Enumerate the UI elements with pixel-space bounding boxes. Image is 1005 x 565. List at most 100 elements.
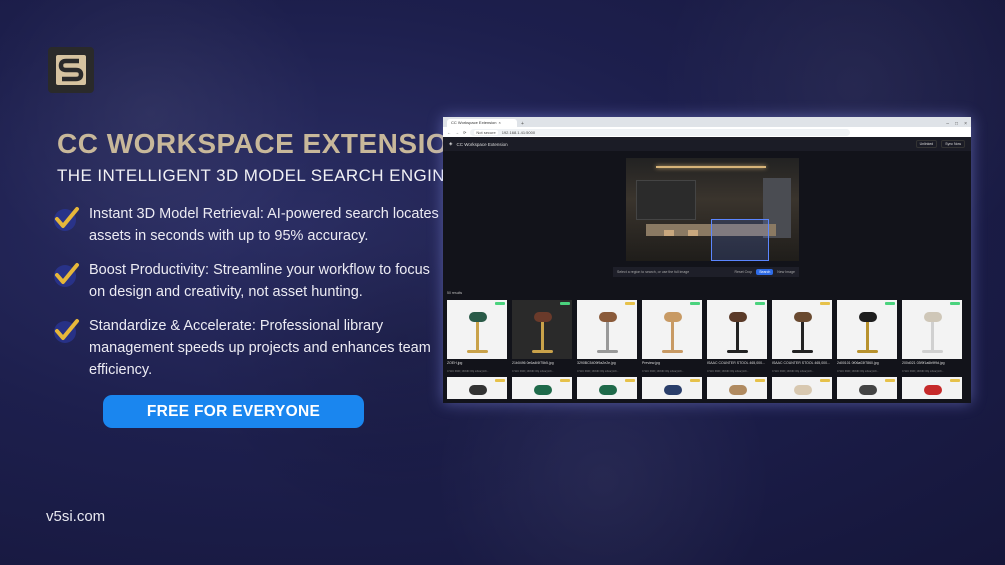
match-badge [560,379,570,382]
security-badge[interactable]: Not secure [474,129,498,135]
new-image-button[interactable]: New Image [777,270,795,274]
app-title: CC Workspace Extension [456,141,508,147]
result-thumbnail[interactable] [577,300,637,359]
result-card[interactable] [902,377,962,399]
checkmark-icon [54,319,79,343]
result-thumbnail[interactable] [772,377,832,399]
unlinked-button[interactable]: Unlinked [915,140,938,148]
match-badge [820,379,830,382]
match-badge [820,302,830,305]
result-card[interactable] [512,377,572,399]
result-card[interactable]: Preview.jpg C:\NC PAR | 3D\3D Obj Library… [642,300,702,373]
result-filename: Preview.jpg [642,361,660,365]
match-badge [560,302,570,305]
result-card[interactable] [642,377,702,399]
url-field[interactable]: Not secure 192.168.1.41:5000 [470,128,851,136]
reset-crop-button[interactable]: Reset Crop [735,270,753,274]
browser-tab-bar: CC Workspace Extension × + – □ × [443,117,971,127]
checkmark-icon [54,207,79,231]
match-badge [690,302,700,305]
result-card[interactable] [447,377,507,399]
result-path: C:\NC PAR | 3D\3D Obj Library\Ch... [837,370,879,373]
result-filename: 3290BC5409f9a2e2e.jpg [577,361,616,365]
match-badge [495,379,505,382]
result-card[interactable]: ISAAC COUNTER STOOL 465,000... C:\NC PAR … [772,300,832,373]
result-thumbnail[interactable] [707,377,767,399]
result-thumbnail[interactable] [577,377,637,399]
match-badge [755,379,765,382]
back-icon[interactable]: ← [447,130,451,135]
result-thumbnail[interactable] [512,377,572,399]
result-thumbnail[interactable] [902,300,962,359]
match-badge [495,302,505,305]
result-card[interactable] [772,377,832,399]
crop-selection[interactable] [711,219,769,261]
match-badge [755,302,765,305]
url-text: 192.168.1.41:5000 [501,129,536,135]
feature-text: Instant 3D Model Retrieval: AI-powered s… [89,206,439,244]
browser-screenshot: CC Workspace Extension × + – □ × ← → ⟳ N… [443,117,971,403]
close-icon[interactable]: × [499,120,501,126]
result-card[interactable] [577,377,637,399]
sync-now-button[interactable]: Sync Now [941,140,965,148]
feature-list: Instant 3D Model Retrieval: AI-powered s… [52,203,447,393]
feature-item: Instant 3D Model Retrieval: AI-powered s… [52,203,447,247]
close-icon[interactable]: × [964,121,967,127]
result-thumbnail[interactable] [447,300,507,359]
checkmark-icon [54,263,79,287]
result-card[interactable]: 3290BC5409f9a2e2e.jpg C:\NC PAR | 3D\3D O… [577,300,637,373]
result-thumbnail[interactable] [902,377,962,399]
browser-tab[interactable]: CC Workspace Extension × [447,119,517,127]
page-title: CC WORKSPACE EXTENSION [57,128,469,159]
result-thumbnail[interactable] [512,300,572,359]
result-filename: 21b0496 0e6a4f4f75b5.jpg [512,361,554,365]
search-toolbar: Select a region to search, or use the fu… [613,267,799,277]
app-logo-icon: ◈ [449,141,453,146]
result-thumbnail[interactable] [837,300,897,359]
result-thumbnail[interactable] [772,300,832,359]
result-card[interactable]: 200d021 03f9f1a6b9f9d.jpg C:\NC PAR | 3D\… [902,300,962,373]
minimize-icon[interactable]: – [946,121,949,127]
feature-text: Standardize & Accelerate: Professional l… [89,318,431,378]
result-card[interactable]: 2d00101 0f06a03f7860.jpg C:\NC PAR | 3D\3… [837,300,897,373]
result-thumbnail[interactable] [447,377,507,399]
result-card[interactable]: ZOEH.jpg C:\NC PAR | 3D\3D Obj Library\Ch… [447,300,507,373]
result-card[interactable] [837,377,897,399]
result-path: C:\NC PAR | 3D\3D Obj Library\Ch... [707,370,749,373]
results-grid: ZOEH.jpg C:\NC PAR | 3D\3D Obj Library\Ch… [447,300,967,399]
result-filename: ISAAC COUNTER STOOL 465,000... [772,361,830,365]
result-card[interactable] [707,377,767,399]
result-thumbnail[interactable] [837,377,897,399]
result-path: C:\NC PAR | 3D\3D Obj Library\Ch... [772,370,814,373]
result-filename: ISAAC COUNTER STOOL 465,000... [707,361,765,365]
result-thumbnail[interactable] [642,377,702,399]
window-controls: – □ × [946,121,971,127]
result-card[interactable]: ISAAC COUNTER STOOL 465,000... C:\NC PAR … [707,300,767,373]
feature-item: Boost Productivity: Streamline your work… [52,259,447,303]
forward-icon[interactable]: → [455,130,459,135]
result-card[interactable]: 21b0496 0e6a4f4f75b5.jpg C:\NC PAR | 3D\3… [512,300,572,373]
free-for-everyone-button[interactable]: FREE FOR EVERYONE [103,395,364,428]
tab-title: CC Workspace Extension [451,120,497,125]
result-thumbnail[interactable] [707,300,767,359]
feature-text: Boost Productivity: Streamline your work… [89,262,430,300]
search-button[interactable]: Search [756,269,774,275]
match-badge [625,302,635,305]
reload-icon[interactable]: ⟳ [463,130,466,135]
results-count: 50 results [447,291,463,295]
maximize-icon[interactable]: □ [955,121,958,127]
search-hint: Select a region to search, or use the fu… [617,270,690,274]
app-header: ◈ CC Workspace Extension Unlinked Sync N… [443,137,971,151]
query-image[interactable] [626,158,799,261]
new-tab-icon[interactable]: + [521,121,524,127]
result-path: C:\NC PAR | 3D\3D Obj Library\Ch... [642,370,684,373]
match-badge [950,379,960,382]
result-thumbnail[interactable] [642,300,702,359]
website-link[interactable]: v5si.com [46,508,105,525]
result-path: C:\NC PAR | 3D\3D Obj Library\Ch... [512,370,554,373]
result-filename: 2d00101 0f06a03f7860.jpg [837,361,879,365]
match-badge [950,302,960,305]
address-bar: ← → ⟳ Not secure 192.168.1.41:5000 [443,127,971,137]
page-subtitle: THE INTELLIGENT 3D MODEL SEARCH ENGINE [57,166,457,185]
match-badge [690,379,700,382]
